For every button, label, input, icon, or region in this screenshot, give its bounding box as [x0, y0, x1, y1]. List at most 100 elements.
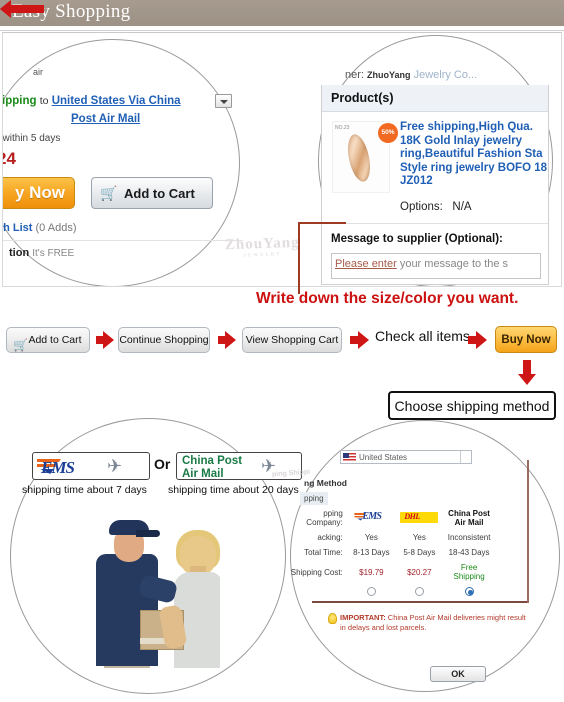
placeholder-underlined: Please enter [335, 258, 397, 270]
us-flag-icon [343, 453, 356, 462]
shipping-tab[interactable]: pping [300, 492, 328, 505]
thumbnail-code: NO.23 [335, 125, 350, 131]
cell-cut-off [494, 506, 528, 530]
shopping-cart-icon: 🛒 [100, 185, 118, 201]
table-row: Shipping Cost: $19.79 $20.27 Free Shippi… [288, 560, 528, 584]
table-row: pping Company: EMS DHL China Post Air Ma… [288, 506, 528, 530]
divider [322, 223, 548, 224]
shipping-to-row: hipping to United States Via China [3, 95, 181, 107]
shipping-method-title: ng Method [304, 478, 347, 488]
protection-value: It's FREE [32, 248, 75, 259]
dhl-logo-icon: DHL [400, 511, 439, 523]
airplane-icon: ✈ [107, 456, 123, 476]
order-review-panel: Product(s) NO.23 50% Free shipping,High … [321, 85, 549, 285]
wish-list-count: (0 Adds) [35, 222, 77, 234]
air-text-fragment: air [33, 67, 44, 77]
header-divider [0, 26, 564, 31]
seller-prefix: ner: [345, 69, 364, 81]
shipping-options-table: pping Company: EMS DHL China Post Air Ma… [288, 506, 528, 601]
cell-ems-logo: EMS [348, 506, 395, 530]
cell-cut-off [494, 530, 528, 545]
products-header: Product(s) [322, 85, 548, 112]
options-value: N/A [452, 201, 472, 213]
callout-connector-horizontal [298, 222, 346, 224]
ems-logo-icon: EMS [354, 511, 388, 523]
notice-bold: IMPORTANT: [340, 613, 386, 622]
china-post-shipping-time-caption: shipping time about 20 days [168, 484, 299, 496]
china-post-line2: Air Mail [182, 467, 224, 480]
ems-logo: EMS ✈ [32, 452, 150, 480]
cell-cost-dhl: $20.27 [407, 567, 432, 577]
watermark-text: ZhouYang [224, 234, 300, 254]
ems-shipping-time-caption: shipping time about 7 days [22, 484, 147, 496]
cell-cost-china-post: Free Shipping [453, 563, 485, 581]
add-to-cart-button[interactable]: 🛒 Add to Cart [91, 177, 213, 209]
protection-label: tion [9, 247, 30, 259]
price-fragment: 24 [3, 149, 16, 168]
table-bottom-border [312, 601, 528, 603]
row-label-total-time: Total Time: [304, 548, 343, 557]
radio-ems[interactable] [348, 584, 395, 601]
discount-badge: 50% [378, 123, 398, 143]
shipping-option-link-line2[interactable]: Post Air Mail [71, 113, 140, 125]
divider [3, 240, 243, 241]
table-row-radios [288, 584, 528, 601]
step-add-to-cart-label: Add to Cart [28, 334, 82, 346]
gold-ring-image [344, 132, 374, 184]
shipping-option-link[interactable]: United States Via China [52, 95, 181, 107]
dialog-right-border [527, 460, 529, 603]
step-add-to-cart-button[interactable]: 🛒 Add to Cart [6, 327, 90, 353]
wish-list-link[interactable]: sh List (0 Adds) [3, 222, 76, 234]
cell-tracking-dhl: Yes [412, 533, 426, 542]
placeholder-rest: your message to the s [396, 258, 509, 270]
or-separator: Or [154, 456, 171, 472]
cell-time-dhl: 5-8 Days [403, 548, 436, 557]
message-to-supplier-label: Message to supplier (Optional): [331, 233, 503, 245]
cell-tracking-ems: Yes [364, 533, 378, 542]
add-to-cart-label: Add to Cart [124, 186, 195, 201]
shipping-to-word: to [39, 95, 49, 107]
table-row: acking: Yes Yes Inconsistent [288, 530, 528, 545]
step-buy-now-button[interactable]: Buy Now [495, 326, 557, 353]
seller-suffix: Jewelry Co... [413, 69, 478, 81]
cell-cut-off [494, 560, 528, 584]
radio-china-post[interactable] [444, 584, 495, 601]
right-arrow-icon [468, 331, 488, 349]
wish-list-label: sh List [3, 222, 33, 234]
step-view-shopping-cart-button[interactable]: View Shopping Cart [242, 327, 342, 353]
message-to-supplier-input[interactable]: Please enter your message to the s [331, 253, 541, 279]
radio-dhl[interactable] [395, 584, 444, 601]
seller-line: ner: ZhuoYang Jewelry Co... [345, 69, 477, 81]
cell-tracking-china-post: Inconsistent [447, 533, 491, 542]
china-post-logo-text: China Post Air Mail [182, 455, 243, 480]
cell-cut-off [494, 584, 528, 601]
cell-cost-ems: $19.79 [359, 567, 384, 577]
choose-shipping-method-box: Choose shipping method [388, 391, 556, 420]
china-post-line1: China Post [182, 455, 243, 467]
product-options: Options: N/A [400, 201, 472, 213]
chevron-down-icon[interactable] [215, 94, 232, 108]
buy-now-button[interactable]: y Now [3, 177, 75, 209]
callout-connector-vertical [298, 222, 300, 294]
step-continue-shopping-button[interactable]: Continue Shopping [118, 327, 210, 353]
cell-cut-off [494, 545, 528, 560]
bottom-watermark: ping Shippi [271, 468, 311, 479]
table-row: Total Time: 8-13 Days 5-8 Days 18-43 Day… [288, 545, 528, 560]
callout-text: Write down the size/color you want. [256, 290, 519, 307]
chevron-down-icon[interactable] [460, 451, 471, 463]
down-arrow-icon [518, 360, 536, 386]
row-label-shipping-company: pping Company: [306, 509, 343, 527]
watermark: ZhouYang JEWELRY [225, 235, 300, 260]
product-title-link[interactable]: Free shipping,High Qua. 18K Gold Inlay j… [400, 121, 550, 189]
ok-button[interactable]: OK [430, 666, 486, 682]
ems-logo-text: EMS [41, 458, 75, 477]
cell-time-ems: 8-13 Days [353, 548, 390, 557]
country-value: United States [359, 453, 408, 462]
easy-shopping-infographic: Easy Shopping air hipping to United Stat… [0, 0, 564, 702]
cell-dhl-logo: DHL [395, 506, 444, 530]
country-select[interactable]: United States [340, 450, 472, 464]
top-panel: air hipping to United States Via China P… [2, 32, 562, 287]
lightbulb-icon [328, 613, 337, 624]
shipping-label: hipping [3, 95, 37, 107]
courier-delivery-photo [88, 510, 220, 668]
